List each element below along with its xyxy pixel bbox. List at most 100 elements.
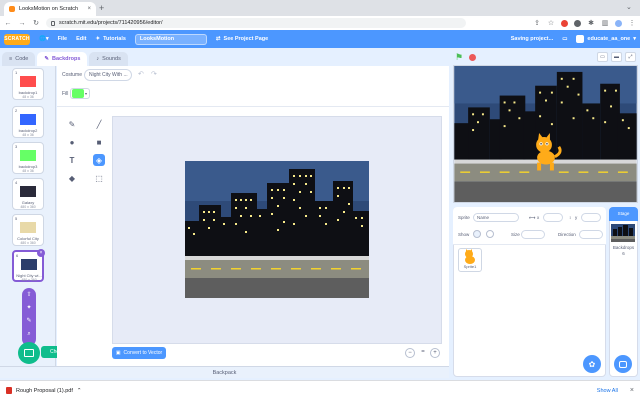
fill-tool-icon[interactable]: ◈ [93,154,105,166]
backdrop-canvas-image[interactable] [185,161,369,298]
backdrop-item-5[interactable]: 5 Colorful City 480 x 360 [12,214,44,246]
close-downloads-icon[interactable]: × [630,387,634,394]
new-tab-button[interactable]: + [99,3,104,13]
circle-tool-icon[interactable]: ● [66,136,78,148]
undo-icon[interactable]: ↶ [138,70,144,78]
backdrop-number: 3 [15,144,18,149]
sprite-name-input[interactable]: Name [473,213,519,222]
stage-view[interactable] [453,65,638,203]
show-visible-eye-icon[interactable] [473,230,481,238]
backpack-bar[interactable]: Backpack [0,366,449,378]
x-arrow-icon: ⟷ [529,215,536,220]
close-tab-icon[interactable]: × [87,6,91,12]
paint-brush-icon[interactable]: ✎ [25,317,33,325]
upload-icon[interactable]: ⇧ [25,291,33,299]
choose-stage-backdrop-button[interactable] [614,355,632,373]
text-tool-icon[interactable]: T [66,154,78,166]
show-hidden-eye-icon[interactable] [486,230,494,238]
cat-sprite-thumbnail-icon [465,249,475,264]
chevron-down-icon: ▾ [633,36,636,42]
add-backdrop-menu: ⇧ ✦ ✎ ⌕ [22,288,36,346]
project-title-input[interactable]: LooksMotion [134,33,207,45]
extensions-puzzle-icon[interactable]: ✱ [587,19,595,27]
zoom-in-icon[interactable]: + [430,348,440,358]
y-label: y [575,215,578,220]
speaker-icon: ♪ [96,56,100,62]
reload-icon[interactable]: ↻ [32,19,40,27]
y-position-input[interactable] [581,213,601,222]
edit-menu[interactable]: Edit [76,36,86,42]
browser-tab[interactable]: LooksMotion on Scratch × [4,2,96,16]
zoom-reset-icon[interactable]: = [418,348,428,358]
address-bar-url: scratch.mit.edu/projects/711420956/edito… [59,20,163,26]
language-globe-icon[interactable]: 🌐▾ [39,36,49,42]
small-stage-icon[interactable]: ▭ [597,52,608,62]
download-item[interactable]: Rough Proposal (1).pdf ⌃ [6,387,81,394]
backdrop-picture-icon [619,360,627,368]
chevron-down-icon[interactable]: ⌃ [77,388,82,394]
delete-backdrop-icon[interactable]: × [37,249,45,257]
green-flag-icon[interactable]: ⚑ [455,52,463,63]
scratch-logo[interactable]: SCRATCH [4,33,30,45]
browser-toolbar: ← → ↻ scratch.mit.edu/projects/711420956… [0,16,640,30]
backdrop-item-1[interactable]: 1 backdrop1 48 x 36 [12,68,44,100]
fill-label: Fill [62,91,69,97]
browser-menu-icon[interactable]: ⋮ [628,19,636,27]
download-file-name: Rough Proposal (1).pdf [16,387,73,394]
backdrop-item-6[interactable]: 6 Night City wi... 480 x 360 × [12,249,45,282]
choose-backdrop-button[interactable] [18,342,40,364]
tab-search-chevron-icon[interactable]: ⌄ [626,3,632,11]
lock-icon [51,20,55,26]
back-arrow-icon[interactable]: ← [4,20,12,27]
surprise-icon[interactable]: ✦ [25,304,33,312]
choose-sprite-button[interactable]: ✿ [583,355,601,373]
sidebar-icon[interactable]: ▥ [601,19,609,27]
x-position-input[interactable] [543,213,563,222]
select-tool-icon[interactable]: ⬚ [93,172,105,184]
size-input[interactable] [521,230,545,239]
tutorials-menu[interactable]: ✦ Tutorials [95,36,125,42]
extension-icon[interactable] [561,19,568,27]
fill-color-swatch [72,89,84,98]
eraser-tool-icon[interactable]: ◆ [66,172,78,184]
forward-arrow-icon[interactable]: → [18,20,26,27]
see-project-page-button[interactable]: ⇄ See Project Page [216,36,268,42]
bookmark-star-icon[interactable]: ☆ [547,19,555,27]
show-all-downloads-link[interactable]: Show All [597,388,618,394]
redo-icon[interactable]: ↷ [151,70,157,78]
address-bar[interactable]: scratch.mit.edu/projects/711420956/edito… [46,18,466,28]
file-menu[interactable]: File [58,36,67,42]
my-stuff-folder-icon[interactable]: ▭ [562,36,567,42]
convert-to-vector-button[interactable]: ▣ Convert to Vector [112,347,166,359]
account-menu[interactable]: educate_aa_one ▾ [576,35,636,43]
fullscreen-icon[interactable]: ⤢ [625,52,636,62]
show-label: Show [458,232,470,237]
backdrop-item-4[interactable]: 4 Galaxy 480 x 360 [12,178,44,210]
zoom-out-icon[interactable]: − [405,348,415,358]
search-icon[interactable]: ⌕ [25,330,33,338]
tab-sounds[interactable]: ♪ Sounds [89,52,128,66]
profile-avatar[interactable] [615,19,622,27]
brush-tool-icon[interactable]: ✎ [66,118,78,130]
see-project-page-label: See Project Page [223,36,269,42]
backdrop-size: 48 x 36 [22,133,34,137]
extension-icon[interactable] [574,19,581,27]
direction-input[interactable] [579,230,603,239]
backdrop-item-2[interactable]: 2 backdrop2 48 x 36 [12,106,44,138]
rectangle-tool-icon[interactable]: ■ [93,136,105,148]
stop-icon[interactable] [469,53,477,61]
tab-backdrops-label: Backdrops [51,56,81,62]
backdrop-number: 5 [15,216,18,221]
large-stage-icon[interactable]: ▬ [611,52,622,62]
backdrop-item-3[interactable]: 3 backdrop3 48 x 36 [12,142,44,174]
backdrop-size: 480 x 360 [20,241,36,245]
share-icon[interactable]: ⇪ [533,19,541,27]
backdrop-size: 480 x 360 [21,278,37,282]
tab-backdrops[interactable]: ✎ Backdrops [37,52,88,66]
tab-code[interactable]: ≡ Code [2,52,36,66]
line-tool-icon[interactable]: ╱ [93,118,105,130]
paintbrush-icon: ✎ [44,56,49,62]
fill-color-picker[interactable]: ▾ [70,88,90,99]
costume-name-input[interactable]: Night City With ... [84,69,132,81]
sprite-info-panel: Sprite Name ⟷ x ↕ y Show Size Direction [453,207,606,245]
